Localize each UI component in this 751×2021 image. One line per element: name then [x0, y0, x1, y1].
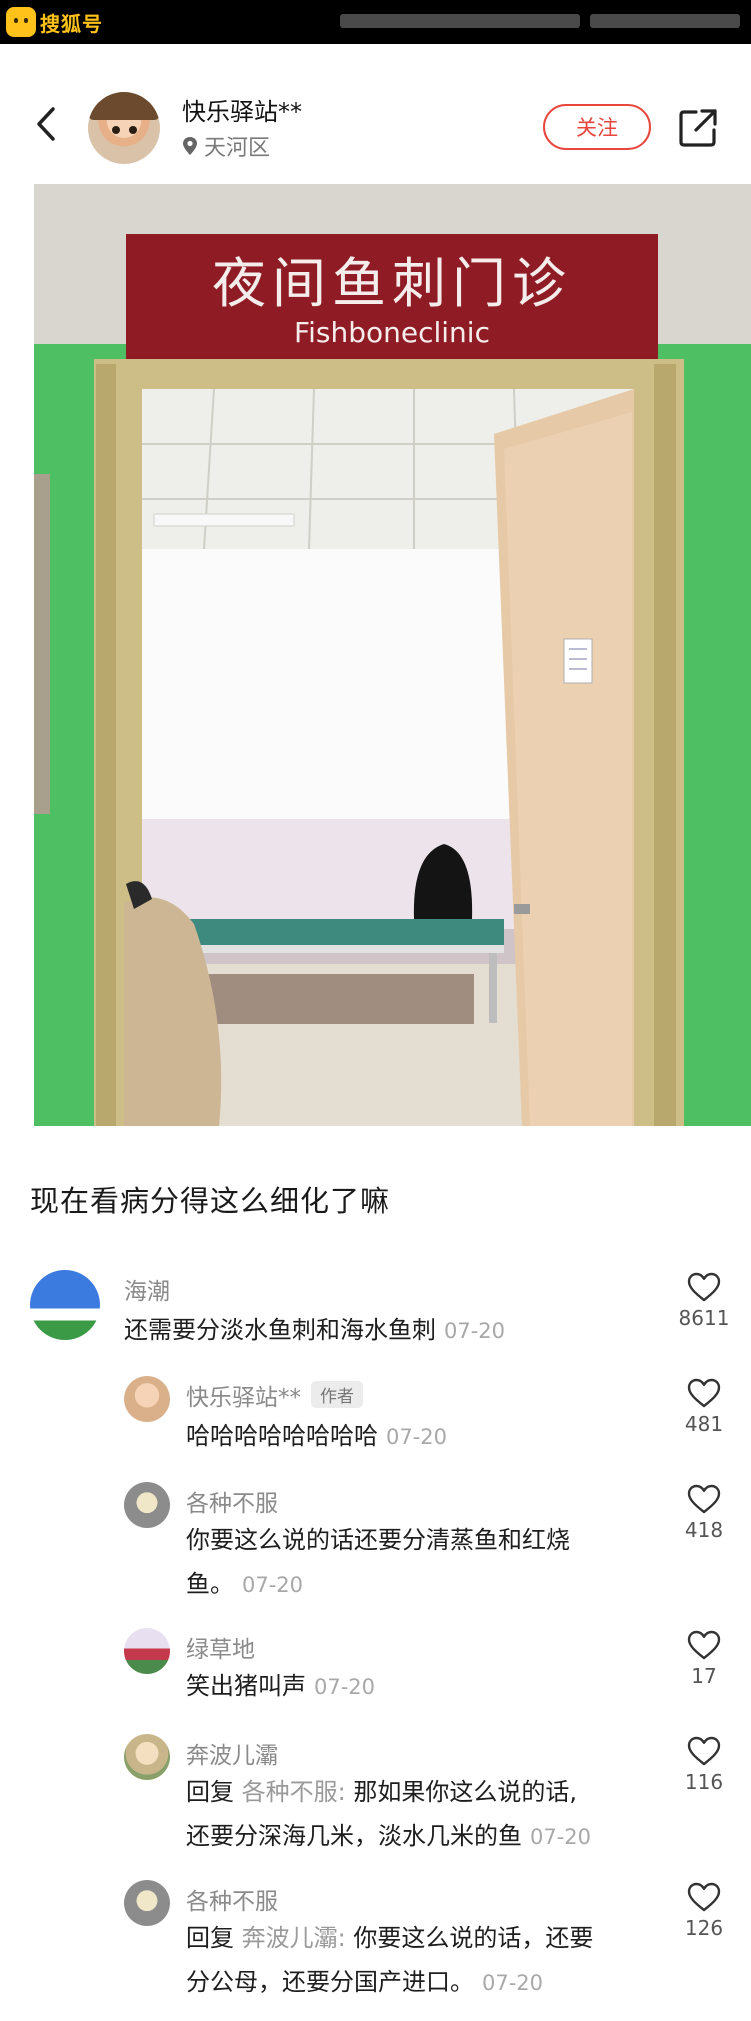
commenter-avatar[interactable] — [124, 1376, 170, 1422]
location-text: 天河区 — [204, 136, 271, 161]
comment-date: 07-20 — [530, 1825, 592, 1849]
reply-to-user[interactable]: 各种不服: — [242, 1778, 346, 1806]
clinic-door-photo: 夜间鱼刺门诊 Fishboneclinic — [34, 184, 751, 1126]
heart-icon — [687, 1630, 721, 1660]
commenter-name[interactable]: 奔波儿灞 — [186, 1736, 278, 1770]
comment-line: 回复 各种不服: 那如果你这么说的话, — [186, 1770, 591, 1814]
comment-line-2: 分公母，还要分国产进口。 07-20 — [186, 1960, 593, 2005]
post-header: 快乐驿站** 天河区 关注 — [0, 44, 751, 184]
author-avatar[interactable] — [88, 92, 160, 164]
blurred-status-text — [340, 14, 580, 28]
reply-to-user[interactable]: 奔波儿灞: — [242, 1924, 346, 1952]
comment-date: 07-20 — [386, 1425, 448, 1449]
comment-date: 07-20 — [482, 1971, 544, 1995]
like-button[interactable]: 17 — [674, 1630, 734, 1688]
heart-icon — [687, 1378, 721, 1408]
like-button[interactable]: 481 — [674, 1378, 734, 1436]
like-count: 116 — [684, 1770, 724, 1794]
follow-button[interactable]: 关注 — [543, 104, 651, 150]
comment-text: 哈哈哈哈哈哈哈哈 07-20 — [186, 1414, 447, 1459]
location-pin-icon — [183, 137, 197, 155]
commenter-avatar[interactable] — [124, 1880, 170, 1926]
comment-text: 回复 各种不服: 那如果你这么说的话, 还要分深海几米，淡水几米的鱼 07-20 — [186, 1770, 591, 1859]
status-bar: 搜狐号 — [0, 0, 751, 44]
comment-date: 07-20 — [242, 1573, 304, 1597]
heart-icon — [687, 1272, 721, 1302]
watermark-face-icon — [6, 7, 36, 37]
post-caption: 现在看病分得这么细化了嘛 — [30, 1184, 391, 1218]
chevron-left-icon — [37, 107, 55, 141]
comment-text: 还需要分淡水鱼刺和海水鱼刺 07-20 — [124, 1308, 505, 1353]
comment-body: 分公母，还要分国产进口。 — [186, 1968, 474, 1996]
watermark-logo: 搜狐号 — [6, 5, 103, 39]
comment-line: 回复 奔波儿灞: 你要这么说的话，还要 — [186, 1916, 593, 1960]
commenter-name[interactable]: 各种不服 — [186, 1484, 278, 1518]
comment-body: 哈哈哈哈哈哈哈哈 — [186, 1422, 378, 1450]
like-count: 481 — [684, 1412, 724, 1436]
commenter-avatar[interactable] — [124, 1482, 170, 1528]
comment-date: 07-20 — [444, 1319, 506, 1343]
commenter-avatar[interactable] — [124, 1628, 170, 1674]
like-button[interactable]: 418 — [674, 1484, 734, 1542]
commenter-avatar[interactable] — [30, 1270, 100, 1340]
like-button[interactable]: 126 — [674, 1882, 734, 1940]
author-badge: 作者 — [311, 1381, 363, 1408]
commenter-name-row: 快乐驿站** 作者 — [186, 1378, 363, 1412]
commenter-name[interactable]: 快乐驿站** — [186, 1385, 301, 1411]
comment-line-2: 鱼。 07-20 — [186, 1562, 570, 1607]
author-name[interactable]: 快乐驿站** — [182, 92, 302, 127]
share-icon — [679, 109, 717, 147]
sign-english: Fishboneclinic — [294, 316, 490, 349]
comment-body: 还需要分淡水鱼刺和海水鱼刺 — [124, 1316, 436, 1344]
watermark-text: 搜狐号 — [40, 11, 103, 36]
sign-chinese: 夜间鱼刺门诊 — [212, 252, 572, 315]
comment-date: 07-20 — [314, 1675, 376, 1699]
like-button[interactable]: 116 — [674, 1736, 734, 1794]
reply-label: 回复 — [186, 1778, 234, 1806]
commenter-name[interactable]: 海潮 — [124, 1272, 170, 1306]
blurred-status-text — [590, 14, 740, 28]
comment-body: 鱼。 — [186, 1570, 234, 1598]
like-button[interactable]: 8611 — [674, 1272, 734, 1330]
comment-body: 笑出猪叫声 — [186, 1672, 306, 1700]
heart-icon — [687, 1484, 721, 1514]
comment-line: 你要这么说的话还要分清蒸鱼和红烧 — [186, 1526, 570, 1554]
comment-body: 那如果你这么说的话, — [345, 1778, 577, 1806]
share-button[interactable] — [676, 106, 720, 150]
commenter-avatar[interactable] — [124, 1734, 170, 1780]
like-count: 8611 — [678, 1306, 730, 1330]
comment-body: 你要这么说的话，还要 — [345, 1924, 594, 1952]
post-photo[interactable]: 夜间鱼刺门诊 Fishboneclinic — [34, 184, 751, 1126]
commenter-name[interactable]: 各种不服 — [186, 1882, 278, 1916]
like-count: 126 — [684, 1916, 724, 1940]
comment-line-2: 还要分深海几米，淡水几米的鱼 07-20 — [186, 1814, 591, 1859]
comment-text: 笑出猪叫声 07-20 — [186, 1664, 375, 1709]
comment-body: 还要分深海几米，淡水几米的鱼 — [186, 1822, 522, 1850]
comment-text: 回复 奔波儿灞: 你要这么说的话，还要 分公母，还要分国产进口。 07-20 — [186, 1916, 593, 2005]
location: 天河区 — [182, 130, 270, 162]
heart-icon — [687, 1736, 721, 1766]
back-button[interactable] — [26, 104, 66, 144]
like-count: 17 — [691, 1664, 717, 1688]
like-count: 418 — [684, 1518, 724, 1542]
comment-text: 你要这么说的话还要分清蒸鱼和红烧 鱼。 07-20 — [186, 1518, 570, 1607]
commenter-name[interactable]: 绿草地 — [186, 1630, 255, 1664]
reply-label: 回复 — [186, 1924, 234, 1952]
heart-icon — [687, 1882, 721, 1912]
